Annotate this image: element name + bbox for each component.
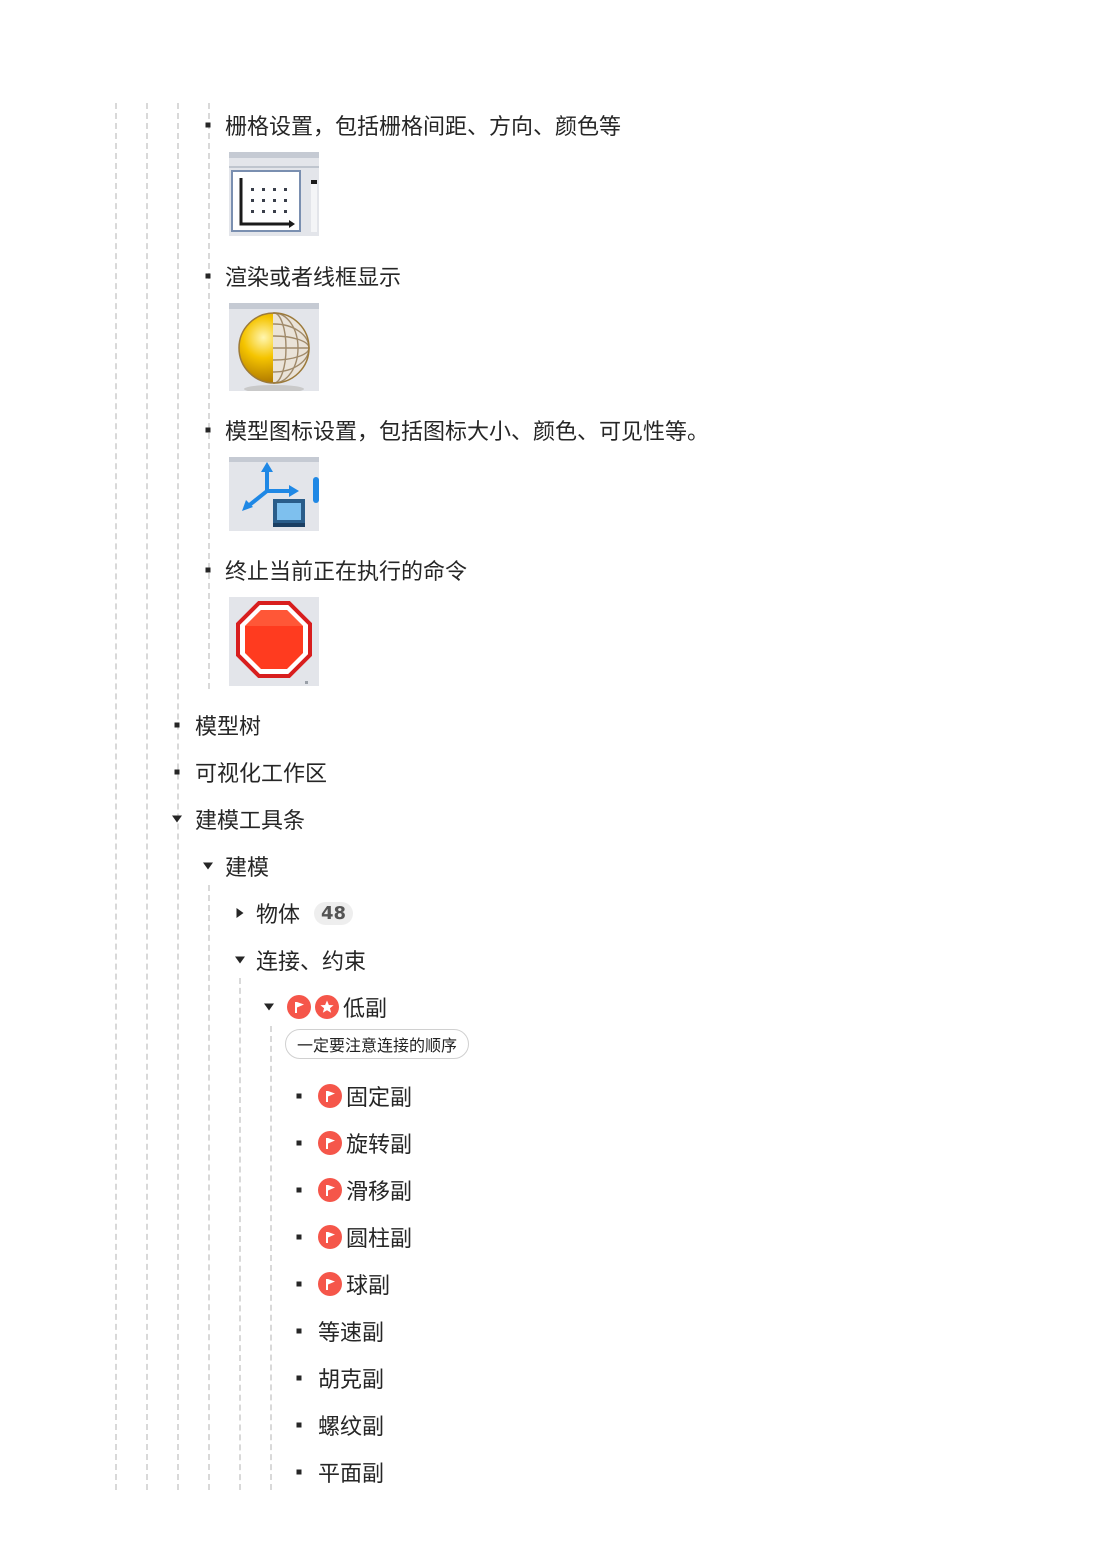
tree-item-label: 物体 [256,903,301,928]
tree-item-planar-pair[interactable]: 平面副 [296,1456,385,1488]
bullet [205,122,211,128]
tree-item-modeling[interactable]: 建模 [203,850,270,882]
tree-guide-level-0 [115,103,117,1490]
tree-guide-level-2 [177,103,179,1490]
bullet [296,1234,302,1240]
tree-item-label: 终止当前正在执行的命令 [225,560,468,585]
bullet [296,1093,302,1099]
tree-item-lower-pair[interactable]: 低副 [264,991,388,1023]
bullet [296,1187,302,1193]
tree-item-revolute-pair[interactable]: 旋转副 [296,1127,413,1159]
grid-settings-icon[interactable] [229,152,319,236]
flag-icon [318,1178,342,1202]
bullet [296,1281,302,1287]
tree-item-model-icon-settings[interactable]: 模型图标设置，包括图标大小、颜色、可见性等。 [205,414,710,446]
tree-item-label: 连接、约束 [256,950,367,975]
tree-item-label: 低副 [343,997,388,1022]
tree-guide-level-5 [270,1026,272,1490]
tree-item-label: 旋转副 [346,1133,413,1158]
tree-item-label: 模型图标设置，包括图标大小、颜色、可见性等。 [225,420,710,445]
bullet [296,1422,302,1428]
tree-item-spherical-pair[interactable]: 球副 [296,1268,391,1300]
tree-item-label: 球副 [346,1274,391,1299]
flag-icon [318,1272,342,1296]
flag-icon [318,1131,342,1155]
flag-icon [318,1225,342,1249]
render-wireframe-sphere-icon[interactable] [229,303,319,391]
tree-guide-level-3a [208,103,210,689]
bullet [296,1140,302,1146]
bullet [296,1375,302,1381]
tree-item-label: 建模 [225,856,270,881]
bullet [205,427,211,433]
tree-item-label: 建模工具条 [195,809,306,834]
bullet [296,1328,302,1334]
tree-item-screw-pair[interactable]: 螺纹副 [296,1409,385,1441]
tree-item-grid-settings[interactable]: 栅格设置，包括栅格间距、方向、颜色等 [205,109,622,141]
tree-item-label: 圆柱副 [346,1227,413,1252]
tree-item-label: 胡克副 [318,1368,385,1393]
tree-item-label: 等速副 [318,1321,385,1346]
tree-item-render-mode[interactable]: 渲染或者线框显示 [205,260,402,292]
tree-item-cylindrical-pair[interactable]: 圆柱副 [296,1221,413,1253]
tree-item-modeling-toolbar[interactable]: 建模工具条 [172,803,306,835]
child-count-badge: 48 [314,901,354,925]
flag-icon [287,995,311,1019]
tree-item-prismatic-pair[interactable]: 滑移副 [296,1174,413,1206]
bullet [174,722,180,728]
stop-octagon-icon[interactable] [229,597,319,686]
bullet [205,273,211,279]
collapse-toggle-icon[interactable] [264,1003,274,1011]
tree-item-connections[interactable]: 连接、约束 [235,944,367,976]
tree-item-label: 固定副 [346,1086,413,1111]
tree-item-label: 栅格设置，包括栅格间距、方向、颜色等 [225,115,622,140]
tree-guide-level-4 [239,978,241,1490]
tree-item-label: 模型树 [195,715,262,740]
collapse-toggle-icon[interactable] [172,815,182,823]
node-note-tag: 一定要注意连接的顺序 [285,1029,470,1059]
expand-toggle-icon[interactable] [236,908,244,918]
tree-item-model-tree[interactable]: 模型树 [174,709,262,741]
tree-item-stop-command[interactable]: 终止当前正在执行的命令 [205,554,468,586]
tree-item-visualization-area[interactable]: 可视化工作区 [174,756,328,788]
tree-item-label: 滑移副 [346,1180,413,1205]
bullet [205,567,211,573]
tree-item-body[interactable]: 物体 48 [236,897,354,929]
bullet [296,1469,302,1475]
tree-item-label: 平面副 [318,1462,385,1487]
tree-item-label: 螺纹副 [318,1415,385,1440]
model-icon-settings-axes-icon[interactable] [229,457,319,531]
tree-item-hooke-pair[interactable]: 胡克副 [296,1362,385,1394]
bullet [174,769,180,775]
tree-item-label: 渲染或者线框显示 [225,266,402,291]
flag-icon [318,1084,342,1108]
collapse-toggle-icon[interactable] [203,862,213,870]
tree-item-constant-velocity-pair[interactable]: 等速副 [296,1315,385,1347]
tree-guide-level-1 [146,103,148,1490]
tree-guide-level-3b [208,885,210,1490]
tree-item-fixed-pair[interactable]: 固定副 [296,1080,413,1112]
tree-item-label: 可视化工作区 [195,762,328,787]
star-icon [315,995,339,1019]
collapse-toggle-icon[interactable] [235,956,245,964]
